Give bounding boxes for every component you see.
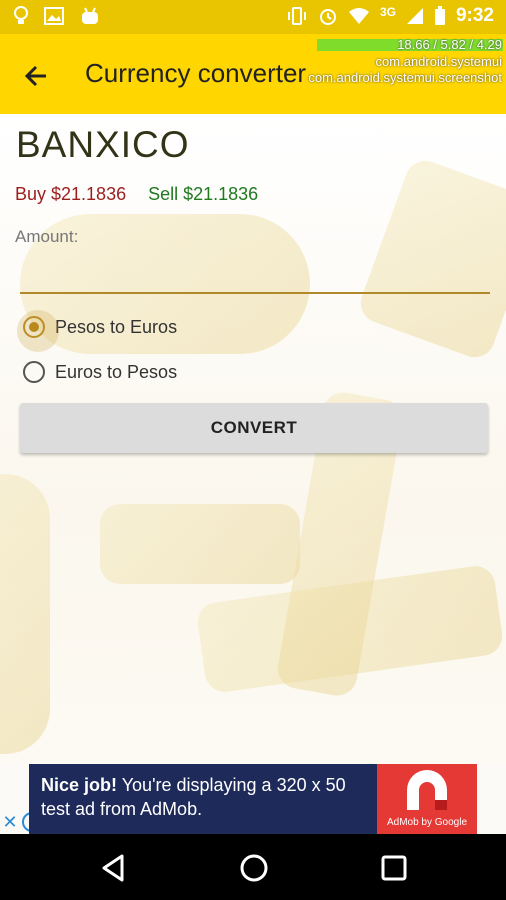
page-title: Currency converter [85,58,307,88]
ad-text: Nice job! You're displaying a 320 x 50 t… [41,773,371,821]
ad-banner[interactable]: ✕ i Nice job! You're displaying a 320 x … [0,764,506,834]
clock: 9:32 [455,5,494,26]
amount-label: Amount: [15,227,79,246]
arrow-back-icon[interactable] [16,56,56,96]
status-bar: 3G 9:32 [0,0,506,34]
signal-icon [406,8,423,24]
image-icon [44,7,64,25]
lightbulb-icon [14,6,28,24]
buy-rate: Buy $21.1836 [15,184,127,204]
debug-overlay-line3: com.android.systemui.screenshot [308,70,502,85]
radio-label: Euros to Pesos [55,361,178,382]
network-type: 3G [379,5,396,19]
recents-square-icon[interactable] [376,850,412,886]
alarm-icon [319,9,336,25]
debug-overlay-line1: 18.66 / 5.82 / 4.29 [397,37,502,52]
convert-button[interactable]: CONVERT [20,403,488,453]
ad-content[interactable]: Nice job! You're displaying a 320 x 50 t… [29,764,477,834]
bank-name: BANXICO [16,124,190,165]
radio-euros-to-pesos[interactable]: Euros to Pesos [23,361,177,383]
amount-input[interactable] [20,254,490,294]
sell-rate: Sell $21.1836 [148,184,259,204]
battery-icon [434,6,445,25]
debug-overlay-line2: com.android.systemui [375,54,502,69]
back-triangle-icon[interactable] [96,850,132,886]
admob-logo: AdMob by Google [377,764,477,834]
radio-label: Pesos to Euros [55,316,178,337]
radio-checked-icon[interactable] [17,310,59,352]
exchange-rates: Buy $21.1836 Sell $21.1836 [15,184,258,205]
radio-unchecked-icon[interactable] [23,361,45,383]
navigation-bar [0,834,506,900]
admob-icon [407,770,447,810]
admob-label: AdMob by Google [386,817,468,828]
vibrate-icon [287,7,306,25]
wifi-icon [348,8,369,24]
ad-headline: Nice job! [41,775,118,795]
home-circle-icon[interactable] [236,850,272,886]
android-icon [82,7,98,24]
radio-pesos-to-euros[interactable]: Pesos to Euros [17,310,178,352]
close-icon[interactable]: ✕ [0,812,20,832]
